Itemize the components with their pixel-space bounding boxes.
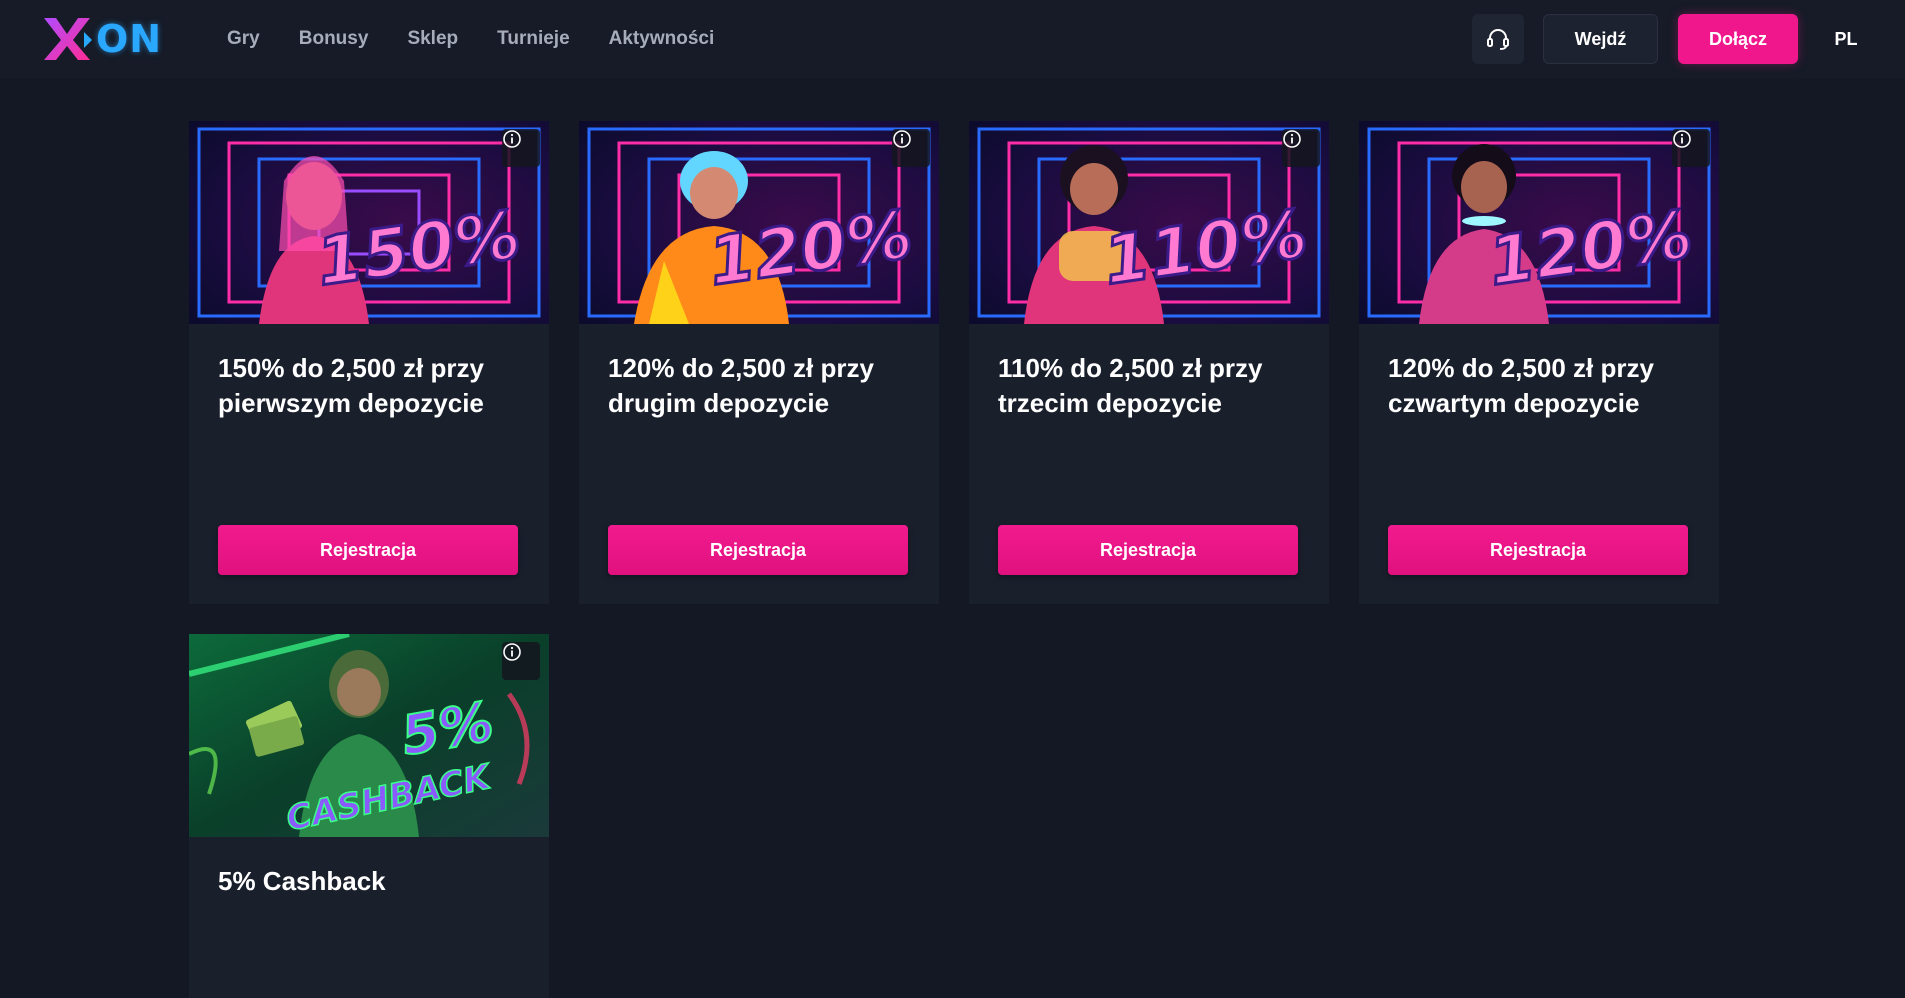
promo-banner-art: 5% CASHBACK [189,634,549,837]
bonus-card-second-deposit: 120% 120% do 2,500 zł przy drugim depozy… [579,121,939,604]
x-logo-icon [44,18,92,60]
login-button[interactable]: Wejdź [1543,14,1658,64]
info-icon [893,130,911,148]
bonus-banner-image: 120% [579,121,939,324]
nav-item-aktywnosci[interactable]: Aktywności [609,28,715,50]
bonus-banner-image: 110% [969,121,1329,324]
logo-text: ON [96,17,163,61]
bonus-banner-image: 5% CASHBACK [189,634,549,837]
top-navigation-bar: ON Gry Bonusy Sklep Turnieje Aktywności … [0,0,1905,78]
bonus-banner-image: 120% [1359,121,1719,324]
main-nav: Gry Bonusy Sklep Turnieje Aktywności [227,0,753,78]
support-button[interactable] [1472,14,1524,64]
info-button[interactable] [892,129,930,167]
info-button[interactable] [1282,129,1320,167]
promo-banner-art: 110% [969,121,1329,324]
join-button[interactable]: Dołącz [1678,14,1798,64]
bonus-banner-image: 150% [189,121,549,324]
bonus-card-fourth-deposit: 120% 120% do 2,500 zł przy czwartym depo… [1359,121,1719,604]
info-icon [503,643,521,661]
nav-item-turnieje[interactable]: Turnieje [497,28,570,50]
register-button[interactable]: Rejestracja [998,525,1298,575]
bonus-card-first-deposit: 150% 150% do 2,500 zł przy pierwszym dep… [189,121,549,604]
bonus-card-third-deposit: 110% 110% do 2,500 zł przy trzecim depoz… [969,121,1329,604]
promo-banner-art: 150% [189,121,549,324]
nav-item-sklep[interactable]: Sklep [407,28,458,50]
bonus-title: 120% do 2,500 zł przy drugim depozycie [608,353,874,418]
promo-banner-art: 120% [1359,121,1719,324]
bonus-title: 150% do 2,500 zł przy pierwszym depozyci… [218,353,484,418]
info-icon [1673,130,1691,148]
info-icon [503,130,521,148]
promo-banner-art: 120% [579,121,939,324]
bonus-title: 120% do 2,500 zł przy czwartym depozycie [1388,353,1654,418]
register-button[interactable]: Rejestracja [1388,525,1688,575]
register-button[interactable]: Rejestracja [608,525,908,575]
info-icon [1283,130,1301,148]
nav-item-bonusy[interactable]: Bonusy [299,28,369,50]
nav-item-gry[interactable]: Gry [227,28,260,50]
headset-icon [1487,29,1509,50]
bonus-title: 5% Cashback [218,866,386,896]
bonus-title: 110% do 2,500 zł przy trzecim depozycie [998,353,1263,418]
info-button[interactable] [502,642,540,680]
site-logo[interactable]: ON [40,14,170,64]
info-button[interactable] [502,129,540,167]
info-button[interactable] [1672,129,1710,167]
language-selector[interactable]: PL [1826,14,1866,64]
register-button[interactable]: Rejestracja [218,525,518,575]
bonus-card-cashback: 5% CASHBACK 5% Cashback [189,634,549,998]
